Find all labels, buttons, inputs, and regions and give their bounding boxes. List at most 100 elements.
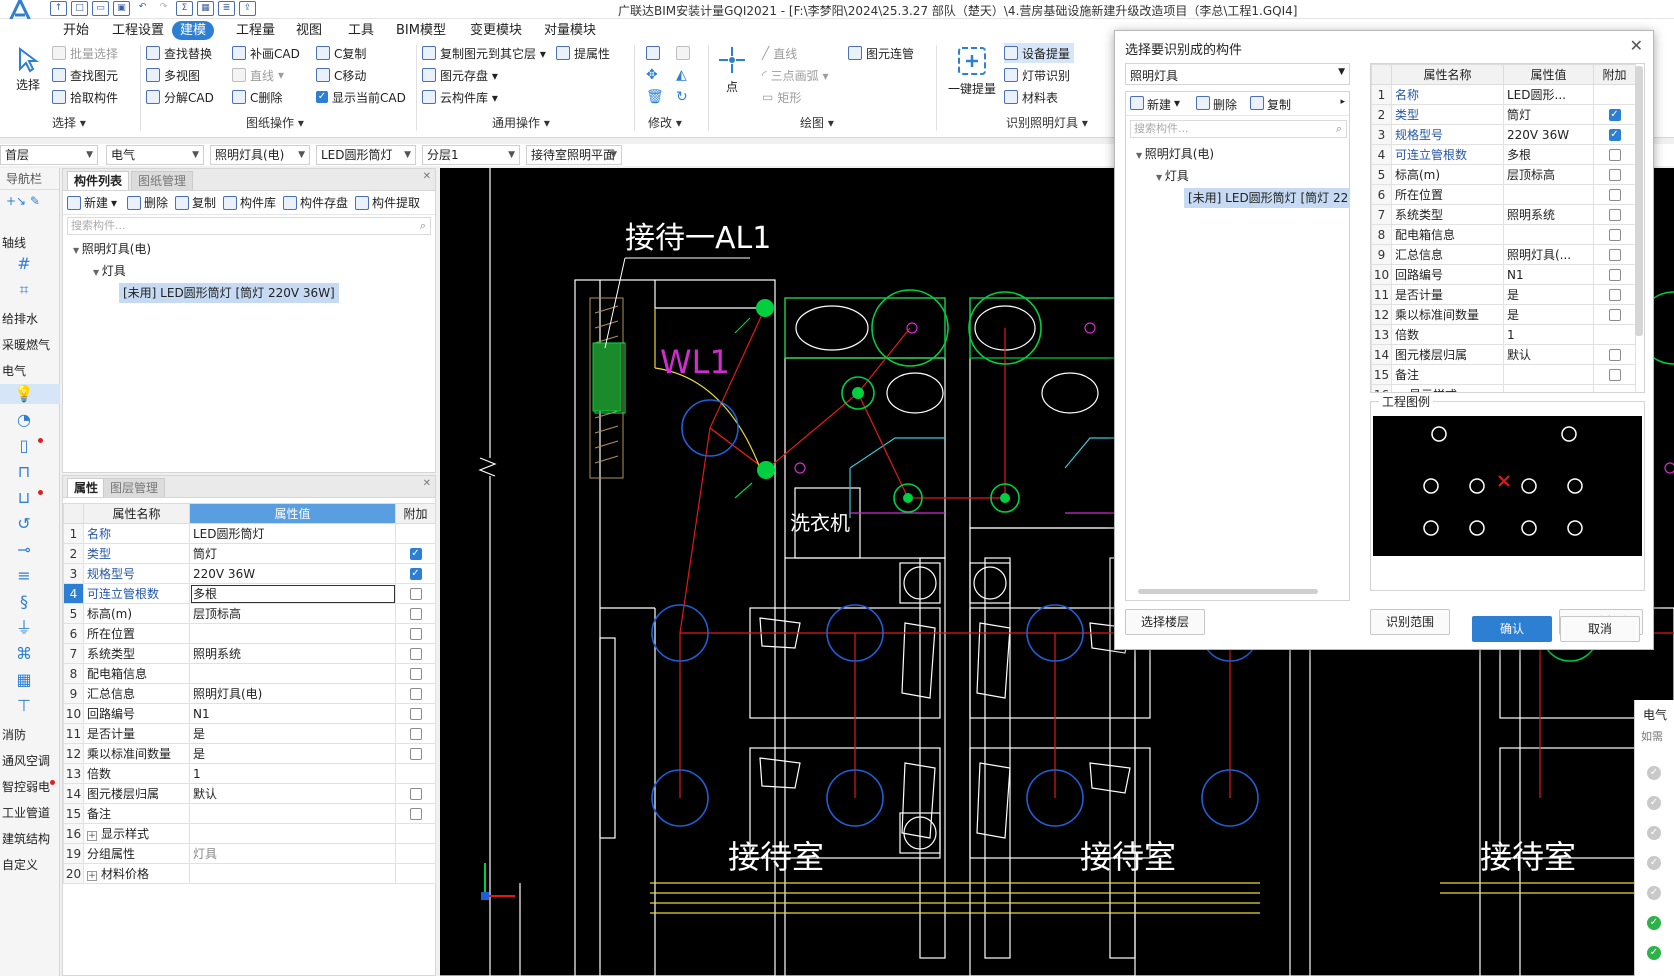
summary-icon[interactable]: Σ — [176, 1, 193, 16]
split-cad-button[interactable]: 分解CAD — [146, 87, 214, 107]
nav-category-structure[interactable]: 建筑结构 — [0, 828, 60, 850]
property-value[interactable] — [1503, 384, 1594, 392]
recognize-light-group-label[interactable]: 识别照明灯具 ▾ — [1006, 114, 1088, 131]
property-value[interactable] — [1503, 224, 1594, 245]
new-file-icon[interactable]: □ — [71, 1, 88, 16]
common-ops-group-label[interactable]: 通用操作 ▾ — [492, 114, 550, 131]
property-value[interactable]: 220V 36W — [1503, 124, 1594, 145]
close-icon[interactable]: ✕ — [423, 478, 431, 489]
cloud-lib-button[interactable]: 云构件库 ▾ — [422, 87, 498, 107]
extra-checkbox[interactable]: ✓ — [1608, 109, 1621, 121]
prop-row[interactable]: 4 可连立管根数 多根 — [63, 583, 436, 604]
recognize-range-button[interactable]: 识别范围 — [1370, 609, 1450, 635]
nav-category-hvac[interactable]: 通风空调 — [0, 750, 60, 772]
property-value[interactable]: 1 — [1503, 324, 1594, 345]
tab-properties[interactable]: 属性 — [67, 478, 106, 497]
extra-checkbox[interactable] — [1608, 229, 1621, 241]
component-save-button[interactable]: 构件存盘 — [283, 194, 348, 211]
select-button[interactable]: 选择 — [12, 47, 44, 93]
socket-icon[interactable]: ⊓ — [14, 462, 34, 482]
component-search-input[interactable]: 搜索构件... ⌕ — [67, 217, 431, 235]
delete-component-button[interactable]: 删除 — [127, 194, 168, 211]
property-value[interactable] — [1503, 184, 1594, 205]
vertical-scrollbar[interactable] — [1635, 66, 1643, 336]
support-icon[interactable]: ⊤ — [14, 696, 34, 716]
extra-checkbox[interactable] — [409, 608, 422, 620]
prop-row[interactable]: 1 名称 LED圆形筒灯 — [63, 523, 436, 544]
nav-category-industrial[interactable]: 工业管道 — [0, 802, 60, 824]
tab-drawing-management[interactable]: 图纸管理 — [131, 171, 194, 190]
property-value[interactable] — [189, 663, 396, 684]
modify-delete-icon[interactable]: 🗑 — [646, 87, 664, 107]
property-value[interactable]: 是 — [189, 743, 396, 764]
property-value[interactable] — [189, 823, 396, 844]
floor-select[interactable]: 首层 ▼ — [0, 145, 98, 165]
axis-grid-icon[interactable]: # — [14, 254, 34, 274]
property-value[interactable]: 默认 — [1503, 344, 1594, 365]
extra-checkbox[interactable] — [1608, 309, 1621, 321]
extra-checkbox[interactable] — [1608, 289, 1621, 301]
extra-checkbox[interactable] — [409, 748, 422, 760]
extra-checkbox[interactable] — [1608, 269, 1621, 281]
open-folder-icon[interactable]: ▭ — [92, 1, 109, 16]
property-value[interactable]: 是 — [189, 723, 396, 744]
point-button[interactable]: 点 — [714, 45, 750, 95]
dlg-row[interactable]: 11 是否计量 是 — [1371, 284, 1636, 305]
property-value[interactable]: 照明系统 — [189, 643, 396, 664]
modify-copy-icon[interactable] — [646, 43, 660, 63]
property-value[interactable] — [189, 623, 396, 644]
line-button[interactable]: 直线 ▾ — [232, 65, 284, 85]
find-replace-button[interactable]: 查找替换 — [146, 43, 212, 63]
prop-row[interactable]: 7 系统类型 照明系统 — [63, 643, 436, 664]
component-extract-button[interactable]: 构件提取 — [355, 194, 420, 211]
prop-row[interactable]: 11 是否计量 是 — [63, 723, 436, 744]
property-value[interactable]: 多根 — [189, 583, 396, 604]
modify-group-label[interactable]: 修改 ▾ — [648, 114, 682, 131]
layer-select[interactable]: 分层1 ▼ — [422, 145, 520, 165]
tab-tools[interactable]: 工具 — [340, 21, 382, 40]
property-value[interactable]: 220V 36W — [189, 563, 396, 584]
dialog-delete-button[interactable]: 删除 — [1196, 96, 1237, 113]
upload-icon[interactable]: ↑ — [50, 1, 67, 16]
type-select[interactable]: 照明灯具(电) ▼ — [210, 145, 310, 165]
dialog-new-button[interactable]: 新建 ▾ — [1130, 96, 1180, 113]
dialog-copy-button[interactable]: 复制 — [1250, 96, 1291, 113]
axis-tilted-grid-icon[interactable]: ⌗ — [14, 280, 34, 300]
dialog-tree-child[interactable]: ▼ 灯具 — [1156, 166, 1189, 186]
property-value[interactable]: LED圆形筒灯 — [189, 523, 396, 544]
show-current-cad-checkbox[interactable]: ✓ — [316, 91, 328, 103]
tree-root[interactable]: ▼ 照明灯具(电) — [73, 239, 151, 259]
dlg-row[interactable]: 12 乘以标准间数量 是 — [1371, 304, 1636, 325]
extra-checkbox[interactable] — [1608, 209, 1621, 221]
dlg-row[interactable]: 2 类型 筒灯 ✓ — [1371, 104, 1636, 125]
c-copy-button[interactable]: C复制 — [316, 43, 366, 63]
lamp-band-recognize-button[interactable]: 灯带识别 — [1004, 65, 1070, 85]
dlg-row[interactable]: 6 所在位置 — [1371, 184, 1636, 205]
prop-row[interactable]: 9 汇总信息 照明灯具(电) — [63, 683, 436, 704]
horizontal-scrollbar[interactable] — [1138, 589, 1318, 594]
tab-view[interactable]: 视图 — [288, 21, 330, 40]
drawing-select[interactable]: 接待室照明平面 ▼ — [526, 145, 622, 165]
extra-checkbox[interactable] — [409, 668, 422, 680]
property-value[interactable]: 筒灯 — [189, 543, 396, 564]
nav-category-heating[interactable]: 采暖燃气 — [0, 334, 60, 356]
dlg-row[interactable]: 5 标高(m) 层顶标高 — [1371, 164, 1636, 185]
dlg-row[interactable]: 3 规格型号 220V 36W ✓ — [1371, 124, 1636, 145]
extra-checkbox[interactable] — [1608, 249, 1621, 261]
component-library-button[interactable]: 构件库 — [223, 194, 276, 211]
nav-category-water[interactable]: 给排水 — [0, 308, 60, 330]
dialog-search-input[interactable]: 搜索构件... ⌕ — [1130, 120, 1347, 138]
dlg-row[interactable]: 16+显示样式 — [1371, 384, 1636, 392]
wire-icon[interactable]: § — [14, 592, 34, 612]
discipline-select[interactable]: 电气 ▼ — [106, 145, 204, 165]
export-icon[interactable]: ⇪ — [239, 1, 256, 16]
modify-rotate-icon[interactable]: ↻ — [676, 87, 688, 107]
extra-checkbox[interactable] — [409, 788, 422, 800]
element-conduit-button[interactable]: 图元连管 — [848, 43, 914, 63]
copy-to-floor-button[interactable]: 复制图元到其它层 ▾ — [422, 43, 546, 63]
c-delete-button[interactable]: C删除 — [232, 87, 282, 107]
dlg-row[interactable]: 9 汇总信息 照明灯具(... — [1371, 244, 1636, 265]
component-select[interactable]: LED圆形筒灯 ▼ — [316, 145, 416, 165]
distribution-box-icon[interactable]: ▯ — [14, 436, 34, 456]
property-value[interactable] — [1503, 364, 1594, 385]
